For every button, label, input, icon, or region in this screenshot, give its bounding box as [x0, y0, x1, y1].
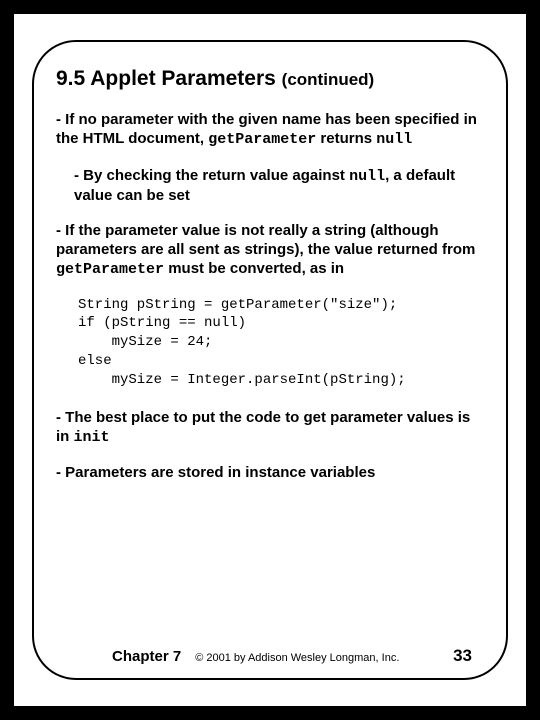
- bullet-4: - The best place to put the code to get …: [56, 408, 484, 447]
- bullet-4-pre: - The best place to put the code to get …: [56, 409, 470, 445]
- bullet-1-code2: null: [376, 131, 412, 148]
- bullet-5-text: - Parameters are stored in instance vari…: [56, 464, 375, 481]
- footer-copyright: © 2001 by Addison Wesley Longman, Inc.: [195, 652, 439, 664]
- bullet-1-mid: returns: [316, 130, 376, 147]
- code-block: String pString = getParameter("size"); i…: [56, 296, 484, 390]
- bullet-2-pre: - By checking the return value against: [74, 167, 349, 184]
- bullet-3-post: must be converted, as in: [164, 260, 344, 277]
- page-number: 33: [453, 646, 480, 666]
- title-continued: (continued): [282, 70, 375, 89]
- page: 9.5 Applet Parameters (continued) - If n…: [14, 14, 526, 706]
- bullet-2-code1: null: [349, 168, 385, 185]
- title-main: 9.5 Applet Parameters: [56, 67, 276, 90]
- bullet-4-code1: init: [74, 429, 110, 446]
- bullet-2: - By checking the return value against n…: [56, 166, 484, 205]
- bullet-5: - Parameters are stored in instance vari…: [56, 463, 484, 482]
- footer: Chapter 7 © 2001 by Addison Wesley Longm…: [34, 646, 506, 666]
- bullet-1-code1: getParameter: [208, 131, 316, 148]
- slide-frame: 9.5 Applet Parameters (continued) - If n…: [32, 40, 508, 680]
- bullet-3: - If the parameter value is not really a…: [56, 221, 484, 280]
- slide-title: 9.5 Applet Parameters (continued): [56, 66, 484, 92]
- bullet-3-pre: - If the parameter value is not really a…: [56, 222, 475, 258]
- bullet-1: - If no parameter with the given name ha…: [56, 110, 484, 149]
- footer-chapter: Chapter 7: [112, 648, 181, 665]
- bullet-3-code1: getParameter: [56, 261, 164, 278]
